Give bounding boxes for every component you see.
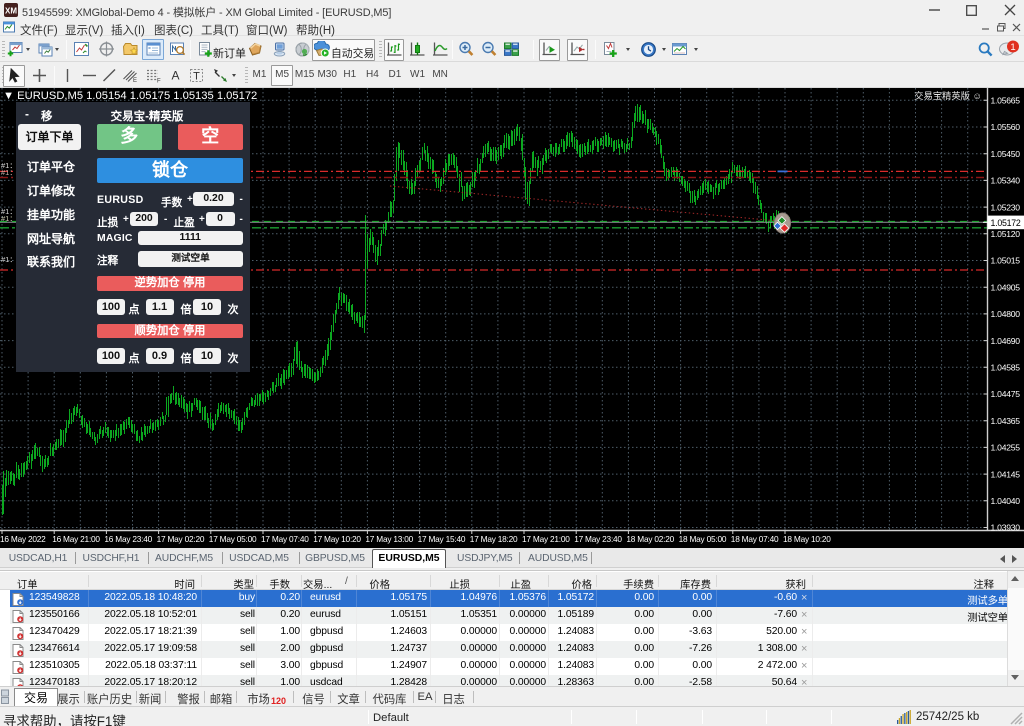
svg-text:18 May 10:20: 18 May 10:20 — [783, 534, 831, 544]
svg-text:18 May 05:00: 18 May 05:00 — [679, 534, 727, 544]
svg-text:1.05230: 1.05230 — [991, 202, 1021, 212]
svg-text:18 May 02:20: 18 May 02:20 — [626, 534, 674, 544]
svg-text:T: T — [193, 71, 200, 83]
svg-text:17 May 02:20: 17 May 02:20 — [157, 534, 205, 544]
svg-text:16 May 23:40: 16 May 23:40 — [104, 534, 152, 544]
svg-text:18 May 07:40: 18 May 07:40 — [731, 534, 779, 544]
svg-text:17 May 13:00: 17 May 13:00 — [365, 534, 413, 544]
svg-text:16 May 21:00: 16 May 21:00 — [52, 534, 100, 544]
svg-text:1.04255: 1.04255 — [991, 443, 1021, 453]
svg-text:#1：: #1： — [1, 168, 17, 177]
svg-text:1.05665: 1.05665 — [991, 96, 1021, 106]
svg-text:17 May 18:20: 17 May 18:20 — [470, 534, 518, 544]
svg-text:1.05340: 1.05340 — [991, 176, 1021, 186]
svg-text:A: A — [171, 69, 179, 83]
svg-text:#1：: #1： — [1, 214, 17, 223]
svg-text:交易宝精英版 ☺: 交易宝精英版 ☺ — [914, 90, 982, 101]
svg-text:17 May 05:00: 17 May 05:00 — [209, 534, 257, 544]
svg-text:17 May 15:40: 17 May 15:40 — [418, 534, 466, 544]
svg-text:17 May 10:20: 17 May 10:20 — [313, 534, 361, 544]
svg-text:17 May 07:40: 17 May 07:40 — [261, 534, 309, 544]
svg-text:1.05120: 1.05120 — [991, 229, 1021, 239]
svg-text:16 May 2022: 16 May 2022 — [0, 534, 46, 544]
svg-text:17 May 21:00: 17 May 21:00 — [522, 534, 570, 544]
svg-text:E: E — [133, 78, 137, 84]
svg-text:1.04040: 1.04040 — [991, 496, 1021, 506]
svg-text:1.05015: 1.05015 — [991, 256, 1021, 266]
svg-text:1.04905: 1.04905 — [991, 282, 1021, 292]
svg-text:1.04365: 1.04365 — [991, 416, 1021, 426]
svg-text:17 May 23:40: 17 May 23:40 — [574, 534, 622, 544]
svg-text:1.04800: 1.04800 — [991, 309, 1021, 319]
svg-text:1.05172: 1.05172 — [991, 218, 1021, 228]
svg-text:▼ EURUSD,M5 1.05154 1.05175 1: ▼ EURUSD,M5 1.05154 1.05175 1.05135 1.05… — [3, 90, 257, 102]
svg-text:1.05560: 1.05560 — [991, 122, 1021, 132]
svg-text:1.04585: 1.04585 — [991, 363, 1021, 373]
svg-text:1.04690: 1.04690 — [991, 336, 1021, 346]
svg-text:1.05450: 1.05450 — [991, 149, 1021, 159]
svg-text:#1：: #1： — [1, 255, 17, 264]
svg-text:1.03930: 1.03930 — [991, 523, 1021, 533]
svg-text:1: 1 — [1010, 42, 1015, 53]
svg-text:F: F — [157, 79, 161, 85]
svg-text:1.04475: 1.04475 — [991, 389, 1021, 399]
svg-text:1.04145: 1.04145 — [991, 469, 1021, 479]
svg-text:XM: XM — [5, 7, 17, 16]
